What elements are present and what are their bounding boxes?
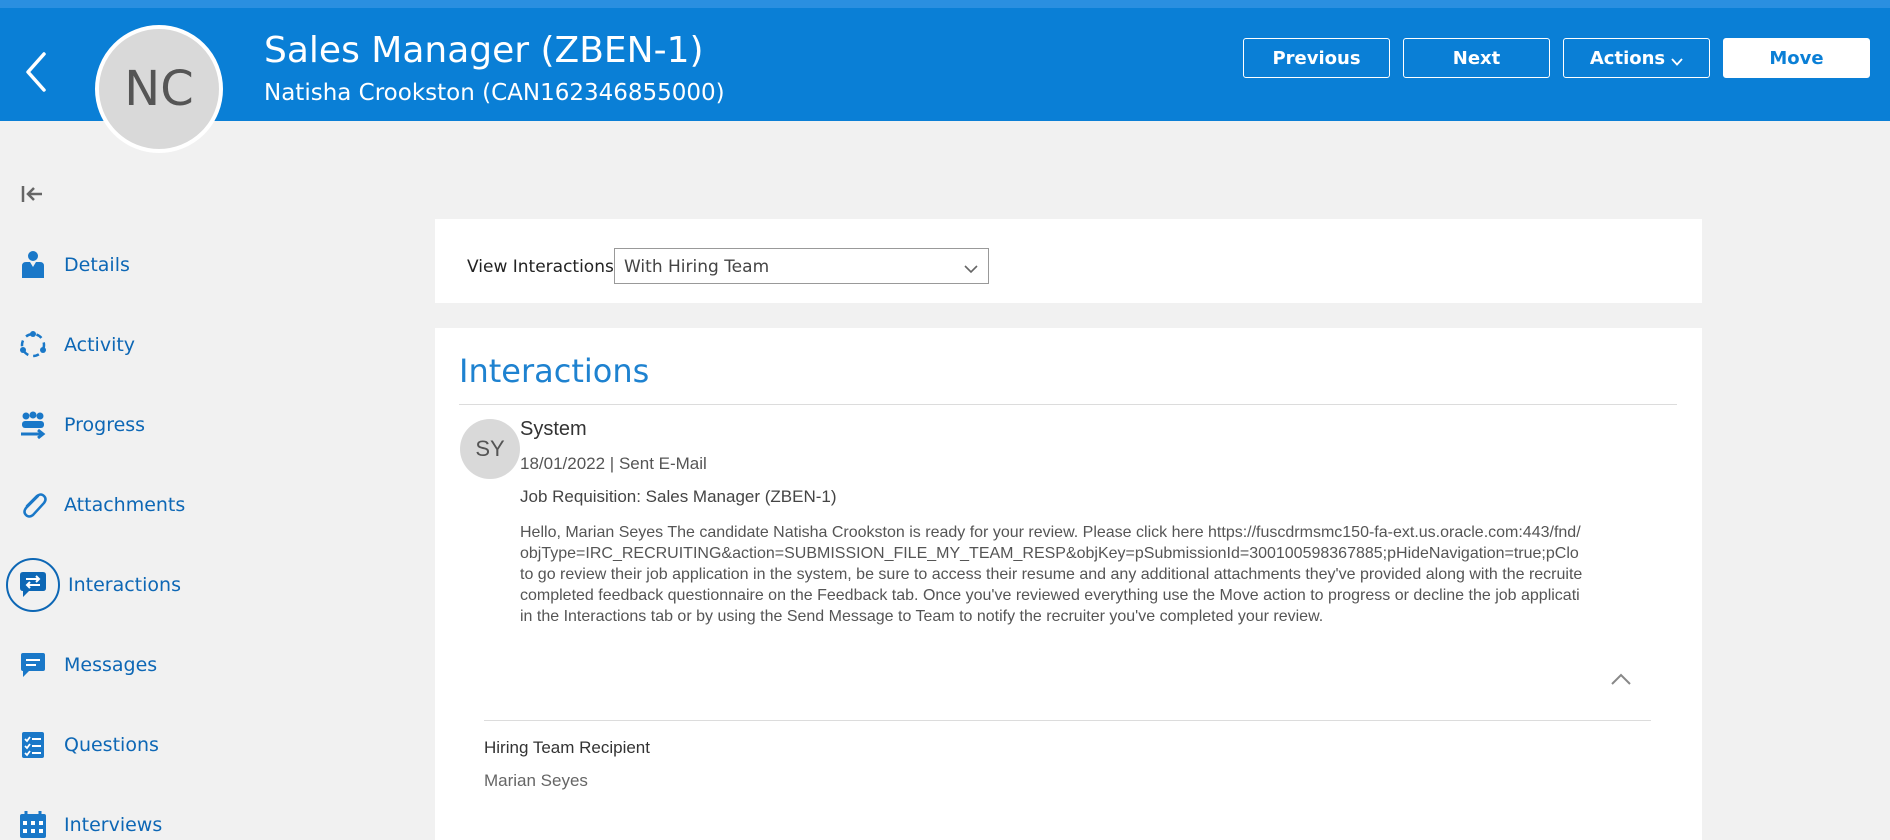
person-icon (18, 250, 48, 280)
recipient-label: Hiring Team Recipient (484, 738, 650, 757)
view-interactions-label: View Interactions (467, 257, 614, 277)
move-button[interactable]: Move (1723, 38, 1870, 78)
previous-button[interactable]: Previous (1243, 38, 1390, 78)
checklist-icon (18, 730, 48, 760)
sidebar-item-details[interactable]: Details (0, 240, 260, 290)
sidebar-item-label: Attachments (64, 494, 186, 516)
chevron-down-icon (1671, 52, 1683, 66)
sidebar-item-label: Details (64, 254, 130, 276)
recipient-name: Marian Seyes (484, 771, 588, 790)
sender-avatar: SY (460, 419, 520, 479)
actions-button-label: Actions (1589, 47, 1666, 69)
candidate-name: Natisha Crookston (CAN162346855000) (264, 80, 725, 106)
divider (459, 404, 1677, 405)
sidebar-item-activity[interactable]: Activity (0, 320, 260, 370)
job-requisition: Job Requisition: Sales Manager (ZBEN-1) (520, 487, 837, 506)
sidebar-item-label: Messages (64, 654, 158, 676)
view-interactions-select[interactable]: With Hiring Team (614, 248, 989, 284)
previous-button-label: Previous (1272, 47, 1361, 69)
sidebar-item-messages[interactable]: Messages (0, 640, 260, 690)
interaction-meta: 18/01/2022 | Sent E-Mail (520, 454, 707, 473)
sender-name: System (520, 418, 587, 440)
message-line: in the Interactions tab or by using the … (520, 608, 1324, 625)
message-body: Hello, Marian Seyes The candidate Natish… (520, 522, 1675, 627)
sidebar-item-label: Activity (64, 334, 136, 356)
chevron-down-icon (964, 261, 978, 274)
interactions-chat-icon (6, 558, 60, 612)
interactions-panel: Interactions SY System 18/01/2022 | Sent… (435, 328, 1702, 840)
sidebar-item-label: Interviews (64, 814, 163, 836)
sidebar-item-interviews[interactable]: Interviews (0, 800, 260, 840)
sidebar-item-progress[interactable]: Progress (0, 400, 260, 450)
collapse-sidebar-icon[interactable] (20, 182, 44, 206)
section-title: Interactions (459, 352, 650, 390)
sidebar-item-attachments[interactable]: Attachments (0, 480, 260, 530)
select-value: With Hiring Team (624, 257, 770, 277)
chevron-up-icon[interactable] (1610, 672, 1632, 686)
next-button[interactable]: Next (1403, 38, 1550, 78)
message-line: to go review their job application in th… (520, 566, 1583, 583)
sidebar-item-label: Questions (64, 734, 159, 756)
page-title: Sales Manager (ZBEN-1) (264, 30, 704, 71)
sender-avatar-initials: SY (475, 436, 505, 461)
candidate-avatar: NC (95, 25, 223, 153)
divider (484, 720, 1651, 721)
next-button-label: Next (1452, 47, 1501, 69)
actions-menu-button[interactable]: Actions (1563, 38, 1710, 78)
page-header: Sales Manager (ZBEN-1) Natisha Crookston… (0, 0, 1890, 121)
paperclip-icon (18, 490, 48, 520)
message-line: Hello, Marian Seyes The candidate Natish… (520, 524, 1581, 541)
message-line: completed feedback questionnaire on the … (520, 587, 1580, 604)
team-progress-icon (18, 410, 48, 440)
sidebar-item-label: Progress (64, 414, 146, 436)
sidebar-item-questions[interactable]: Questions (0, 720, 260, 770)
move-button-label: Move (1769, 47, 1824, 69)
sidebar-item-interactions[interactable]: Interactions (0, 558, 260, 612)
sidebar-item-label: Interactions (68, 574, 181, 596)
candidate-avatar-initials: NC (124, 61, 194, 117)
message-line: objType=IRC_RECRUITING&action=SUBMISSION… (520, 545, 1579, 562)
message-bubble-icon (18, 650, 48, 680)
activity-cycle-icon (18, 330, 48, 360)
filter-panel: View Interactions With Hiring Team (435, 219, 1702, 303)
calendar-icon (18, 810, 48, 840)
back-arrow-icon[interactable] (22, 50, 52, 94)
